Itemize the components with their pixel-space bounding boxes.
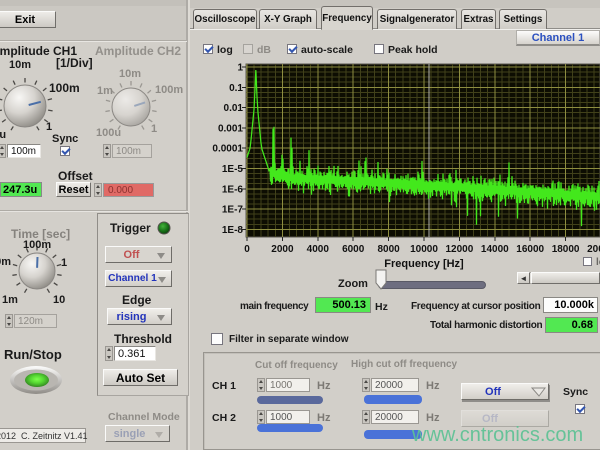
svg-text:6000: 6000 (342, 244, 365, 255)
svg-text:1E-5: 1E-5 (222, 164, 244, 175)
svg-text:10000: 10000 (410, 244, 438, 255)
svg-text:0: 0 (244, 244, 250, 255)
svg-text:4000: 4000 (307, 244, 330, 255)
svg-text:1E-8: 1E-8 (222, 225, 244, 236)
svg-text:0.1: 0.1 (229, 83, 243, 94)
svg-text:0.001: 0.001 (218, 123, 243, 134)
svg-text:1: 1 (237, 63, 243, 74)
svg-text:0.0001: 0.0001 (212, 144, 243, 155)
svg-text:18000: 18000 (552, 244, 580, 255)
svg-text:Frequency [Hz]: Frequency [Hz] (384, 258, 464, 270)
svg-text:20000: 20000 (587, 244, 600, 255)
svg-text:14000: 14000 (481, 244, 509, 255)
svg-text:0.01: 0.01 (224, 103, 244, 114)
svg-text:12000: 12000 (445, 244, 473, 255)
svg-text:2000: 2000 (271, 244, 294, 255)
svg-text:1E-7: 1E-7 (222, 205, 244, 216)
svg-text:8000: 8000 (377, 244, 400, 255)
svg-text:1E-6: 1E-6 (222, 184, 244, 195)
svg-text:16000: 16000 (516, 244, 544, 255)
